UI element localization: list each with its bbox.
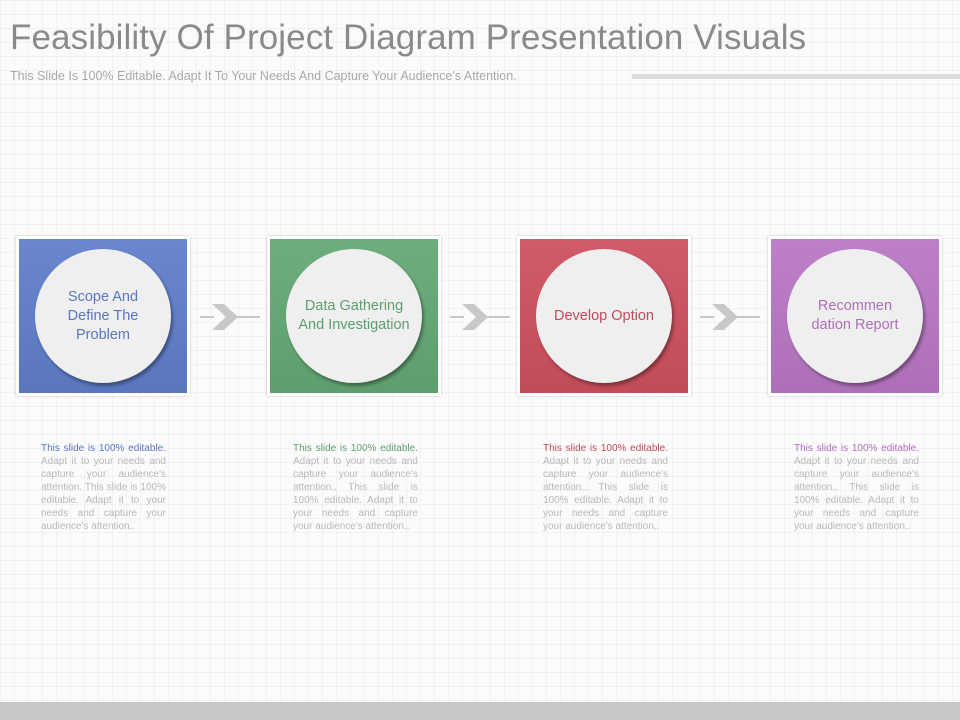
step-2-box[interactable]: Data Gathering And Investigation (267, 236, 441, 396)
step-1-description: This slide is 100% editable. Adapt it to… (41, 442, 166, 533)
step-4-box[interactable]: Recommen dation Report (768, 236, 942, 396)
step-1-description-body: Adapt it to your needs and capture your … (41, 456, 166, 532)
step-3-circle: Develop Option (536, 249, 672, 383)
step-3-description: This slide is 100% editable. Adapt it to… (543, 442, 668, 533)
chevron-right-arrow-icon (700, 304, 760, 330)
page-title: Feasibility Of Project Diagram Presentat… (10, 18, 807, 57)
step-3-box[interactable]: Develop Option (517, 236, 691, 396)
subtitle-divider (632, 74, 960, 79)
step-1-description-lead: This slide is 100% editable. (41, 443, 166, 454)
chevron-right-arrow-icon (200, 304, 260, 330)
step-1-circle: Scope And Define The Problem (35, 249, 171, 383)
step-3-description-lead: This slide is 100% editable. (543, 443, 668, 454)
step-4-circle: Recommen dation Report (787, 249, 923, 383)
chevron-right-arrow-icon (450, 304, 510, 330)
step-1-box[interactable]: Scope And Define The Problem (16, 236, 190, 396)
step-3-description-body: Adapt it to your needs and capture your … (543, 456, 668, 532)
step-2-label: Data Gathering And Investigation (298, 298, 410, 333)
step-2-description: This slide is 100% editable. Adapt it to… (293, 442, 418, 533)
step-3-label: Develop Option (554, 307, 654, 324)
step-2-circle: Data Gathering And Investigation (286, 249, 422, 383)
step-4-description: This slide is 100% editable. Adapt it to… (794, 442, 919, 533)
step-4-label: Recommen dation Report (811, 298, 899, 333)
step-4-description-body: Adapt it to your needs and capture your … (794, 456, 919, 532)
step-4-description-lead: This slide is 100% editable. (794, 443, 919, 454)
step-1-label: Scope And Define The Problem (67, 288, 139, 343)
footer-bar (0, 702, 960, 720)
step-2-description-lead: This slide is 100% editable. (293, 443, 418, 454)
step-2-description-body: Adapt it to your needs and capture your … (293, 456, 418, 532)
page-subtitle: This Slide Is 100% Editable. Adapt It To… (10, 69, 517, 83)
